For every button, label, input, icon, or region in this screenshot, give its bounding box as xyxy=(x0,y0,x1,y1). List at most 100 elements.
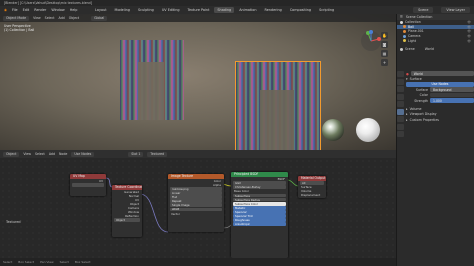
viewport-menu-object[interactable]: Object xyxy=(69,16,79,20)
strength-field[interactable]: 1.000 xyxy=(430,98,474,104)
menu-edit[interactable]: Edit xyxy=(23,8,30,12)
socket-displacement[interactable]: Displacement xyxy=(298,193,326,197)
visibility-eye-icon[interactable]: 👁 xyxy=(467,34,471,38)
tab-scripting[interactable]: Scripting xyxy=(316,7,337,13)
shader-node-editor[interactable]: Object View Select Add Node Use Nodes Sl… xyxy=(0,150,396,266)
output-target-field[interactable]: All xyxy=(300,181,324,185)
visibility-eye-icon[interactable]: 👁 xyxy=(467,25,471,29)
outliner-list: Collection 👁 Ball 👁 Plane.001 👁 Camera 👁… xyxy=(397,20,474,52)
menu-render[interactable]: Render xyxy=(34,8,46,12)
viewport-menu-select[interactable]: Select xyxy=(45,16,55,20)
camera-icon[interactable]: ◙ xyxy=(381,41,388,48)
transform-orientation[interactable]: Global xyxy=(91,15,108,21)
custom-properties-section[interactable]: ▸ Custom Properties xyxy=(406,117,474,122)
anisotropic-field[interactable]: Anisotropic xyxy=(233,222,286,226)
hdri-preview-sphere xyxy=(322,119,344,141)
surface-label: Surface xyxy=(415,87,428,92)
light-icon xyxy=(403,39,406,43)
tab-modeling[interactable]: Modeling xyxy=(112,7,133,13)
mesh-icon xyxy=(403,25,406,29)
color-swatch[interactable] xyxy=(430,93,474,98)
tab-shading[interactable]: Shading xyxy=(214,7,235,13)
uv-map-field[interactable] xyxy=(72,183,104,187)
tab-sculpting[interactable]: Sculpting xyxy=(135,7,157,13)
tab-rendering[interactable]: Rendering xyxy=(261,7,284,13)
tab-uv-editing[interactable]: UV Editing xyxy=(159,7,183,13)
strength-row: Strength 1.000 xyxy=(406,98,474,104)
node-image-texture[interactable]: Image Texture Color Alpha rainbow.png Li… xyxy=(168,174,224,232)
node-principled-bsdf[interactable]: Principled BSDF BSDF GGX Christensen-Bur… xyxy=(231,172,288,258)
node-socket-uv[interactable]: UV xyxy=(70,179,106,183)
tab-animation[interactable]: Animation xyxy=(236,7,259,13)
color-label: Color xyxy=(419,93,428,98)
node-texture-coordinate[interactable]: Texture Coordinate Generated Normal UV O… xyxy=(112,185,142,237)
viewport-menu-view[interactable]: View xyxy=(33,16,41,20)
tool-tab-icon[interactable] xyxy=(397,71,404,77)
menu-window[interactable]: Window xyxy=(51,8,64,12)
expand-chevron-icon: ▸ xyxy=(406,117,408,122)
status-box-select: Box Select xyxy=(18,260,35,264)
scene-selectors: Scene View Layer xyxy=(413,7,470,13)
use-nodes-button[interactable]: Use Nodes xyxy=(406,81,474,88)
interpolation-field[interactable]: Linear xyxy=(170,191,222,195)
world-field[interactable]: World xyxy=(410,71,474,77)
visibility-eye-icon[interactable]: 👁 xyxy=(467,29,471,33)
properties-tabs xyxy=(397,71,405,137)
strength-label: Strength xyxy=(414,98,428,103)
render-tab-icon[interactable] xyxy=(397,78,404,85)
socket-vector[interactable]: Vector xyxy=(168,212,224,216)
status-select: Select xyxy=(3,260,13,264)
tab-texture-paint[interactable]: Texture Paint xyxy=(185,7,213,13)
modifier-tab-icon[interactable] xyxy=(397,123,404,130)
world-properties: ● World ▾ Surface Use Nodes Surface Back… xyxy=(406,71,474,123)
material-tab-icon[interactable] xyxy=(397,131,404,137)
object-field[interactable]: Object xyxy=(114,218,140,222)
viewport-info: User Perspective (1) Collection | Ball xyxy=(4,24,34,32)
surface-row: Surface Background xyxy=(406,87,474,93)
world-name: World xyxy=(424,47,434,52)
object-tab-icon[interactable] xyxy=(397,116,404,122)
hand-icon[interactable]: ✋ xyxy=(381,32,388,39)
surface-shader-field[interactable]: Background xyxy=(430,87,474,93)
blender-logo-icon[interactable]: ◉ xyxy=(4,8,7,12)
outliner-icon: ☰ xyxy=(400,15,403,19)
material-preview-sphere xyxy=(356,118,380,142)
scene-selector[interactable]: Scene xyxy=(413,7,434,13)
material-name-label: Textured xyxy=(6,220,21,224)
node-material-output[interactable]: Material Output All Surface Volume Displ… xyxy=(298,176,326,198)
tab-compositing[interactable]: Compositing xyxy=(287,7,314,13)
scene-tab-icon[interactable] xyxy=(397,101,404,107)
menu-help[interactable]: Help xyxy=(70,8,78,12)
expand-chevron-icon: ▾ xyxy=(406,77,408,82)
textured-arch-object-left[interactable] xyxy=(120,40,184,120)
3d-viewport[interactable]: Object Mode View Select Add Object Globa… xyxy=(0,14,396,150)
window-title: [Blender] [C:\Users\Vahud\Desktop\mix te… xyxy=(4,1,92,5)
tab-layout[interactable]: Layout xyxy=(92,7,110,13)
visibility-eye-icon[interactable]: 👁 xyxy=(467,39,471,43)
use-nodes-row: Use Nodes xyxy=(406,81,474,88)
view-layer-selector[interactable]: View Layer xyxy=(441,7,470,13)
menu-bar: ◉ File Edit Render Window Help Layout Mo… xyxy=(0,6,474,14)
menu-file[interactable]: File xyxy=(12,8,18,12)
outliner-row-light[interactable]: Light 👁 xyxy=(397,38,474,43)
mode-selector[interactable]: Object Mode xyxy=(3,15,30,21)
workspace-tabs: Layout Modeling Sculpting UV Editing Tex… xyxy=(92,7,337,13)
textured-arch-object-right[interactable] xyxy=(235,61,321,150)
properties-scene-row[interactable]: Scene World xyxy=(397,47,474,52)
viewport-menu-add[interactable]: Add xyxy=(59,16,65,20)
world-tab-icon[interactable] xyxy=(397,108,404,115)
world-icon: ● xyxy=(406,71,409,76)
visibility-eye-icon[interactable]: 👁 xyxy=(467,20,471,24)
collection-icon xyxy=(400,20,403,24)
zoom-icon[interactable]: + xyxy=(381,59,388,66)
scene-icon xyxy=(400,47,403,51)
grid-icon[interactable]: ▦ xyxy=(381,50,388,57)
color-space-field[interactable]: sRGB xyxy=(170,207,222,211)
camera-object-icon xyxy=(403,34,406,38)
output-tab-icon[interactable] xyxy=(397,86,404,92)
status-box-select-2: Box Select xyxy=(74,260,91,264)
subsurface-method-field[interactable]: Christensen-Burley xyxy=(233,185,286,189)
navigation-gizmo-icon[interactable] xyxy=(360,30,382,52)
view-layer-tab-icon[interactable] xyxy=(397,93,404,100)
node-uv-map[interactable]: UV Map UV xyxy=(70,174,106,196)
